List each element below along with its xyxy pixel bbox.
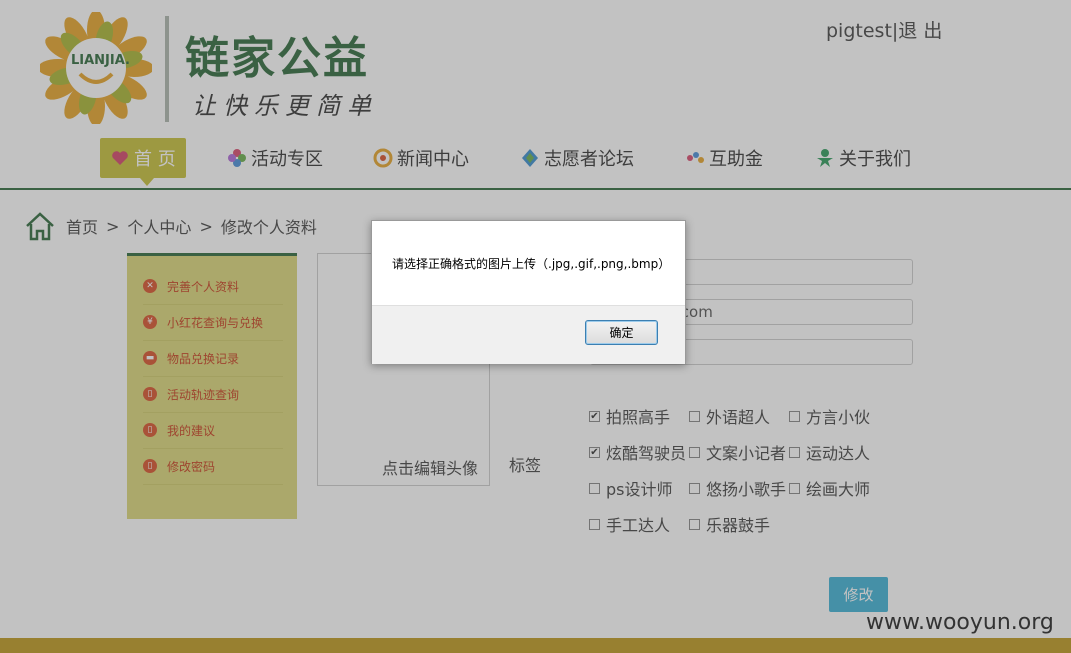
- ok-button[interactable]: 确定: [585, 320, 658, 345]
- watermark: www.wooyun.org: [866, 610, 1054, 635]
- dialog-footer: 确定: [372, 305, 685, 364]
- alert-dialog: 请选择正确格式的图片上传（.jpg,.gif,.png,.bmp） 确定: [371, 220, 686, 364]
- dialog-message: 请选择正确格式的图片上传（.jpg,.gif,.png,.bmp）: [392, 257, 671, 271]
